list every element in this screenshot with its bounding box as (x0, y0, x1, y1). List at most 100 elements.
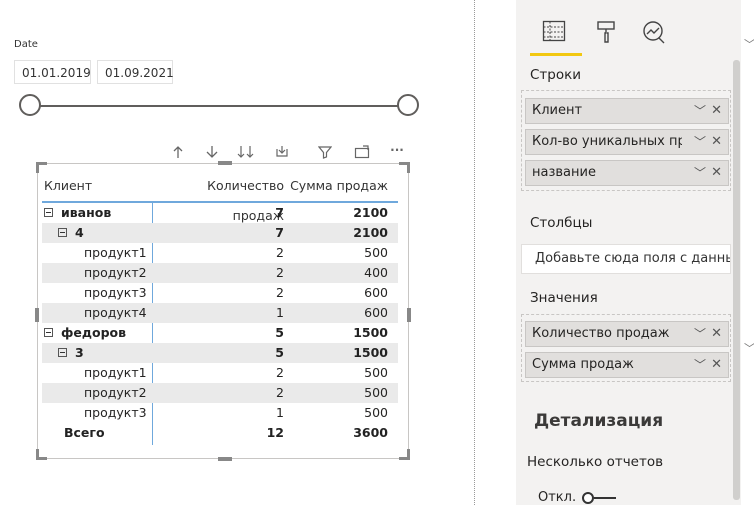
multi-reports-label: Несколько отчетов (527, 454, 664, 470)
chevron-down-icon[interactable]: ﹀ (694, 353, 706, 377)
matrix-header-row: Клиент Количество продаж Сумма продаж (42, 171, 398, 223)
slicer-title: Date (14, 39, 38, 50)
cell-sum: 600 (364, 305, 388, 320)
remove-icon[interactable]: ✕ (711, 99, 722, 123)
resize-corner-br[interactable] (399, 449, 410, 460)
chevron-down-icon[interactable]: ﹀ (694, 130, 706, 154)
chevron-down-icon[interactable]: ﹀ (694, 161, 706, 185)
table-row: продукт2 2 400 (42, 263, 398, 283)
resize-handle-top[interactable] (218, 161, 232, 165)
cell-qty: 7 (275, 205, 284, 220)
values-section-label: Значения (530, 290, 598, 306)
header-sum[interactable]: Сумма продаж (288, 171, 388, 201)
toggle-label: Откл. (538, 490, 577, 505)
cell-sum: 500 (364, 405, 388, 420)
cell-sum: 1500 (353, 345, 388, 360)
chevron-down-icon[interactable]: ﹀ (694, 322, 706, 346)
values-field-sum[interactable]: Сумма продаж ﹀ ✕ (525, 352, 729, 378)
chevron-down-icon[interactable]: ﹀ (694, 99, 706, 123)
cell-sum: 500 (364, 385, 388, 400)
cell-sum: 500 (364, 245, 388, 260)
cell-sum: 500 (364, 365, 388, 380)
date-slider-track[interactable] (30, 105, 408, 107)
total-row: Всего 12 3600 (42, 423, 398, 443)
more-options-icon[interactable]: ··· (387, 141, 407, 159)
remove-icon[interactable]: ✕ (711, 353, 722, 377)
chevron-down-icon[interactable]: ﹀ (744, 340, 754, 356)
table-row: продукт3 1 500 (42, 403, 398, 423)
cell-qty: 5 (275, 325, 284, 340)
remove-icon[interactable]: ✕ (711, 130, 722, 154)
focus-mode-icon[interactable] (352, 145, 372, 163)
resize-handle-left[interactable] (35, 308, 39, 322)
resize-corner-tr[interactable] (399, 162, 410, 173)
collapse-icon[interactable] (58, 348, 67, 357)
table-row: иванов 7 2100 (42, 203, 398, 223)
cell-sum: 400 (364, 265, 388, 280)
table-row: 4 7 2100 (42, 223, 398, 243)
fields-tab-icon[interactable] (540, 20, 568, 48)
remove-icon[interactable]: ✕ (711, 161, 722, 185)
start-date-input[interactable]: 01.01.2019 (14, 60, 91, 84)
matrix-visual[interactable]: Клиент Количество продаж Сумма продаж ив… (35, 161, 411, 461)
table-row: продукт1 2 500 (42, 243, 398, 263)
pane-divider (474, 0, 475, 505)
cell-qty: 1 (276, 305, 284, 320)
row-label: 4 (75, 225, 84, 240)
cell-qty: 2 (276, 265, 284, 280)
table-row: федоров 5 1500 (42, 323, 398, 343)
cell-sum: 2100 (353, 225, 388, 240)
rows-field-client[interactable]: Клиент ﹀ ✕ (525, 98, 729, 124)
collapse-icon[interactable] (44, 328, 53, 337)
values-field-qty[interactable]: Количество продаж ﹀ ✕ (525, 321, 729, 347)
cell-qty: 2 (276, 365, 284, 380)
visualizations-pane: Строки Клиент ﹀ ✕ Кол-во уникальных прод… (516, 0, 741, 505)
drill-up-icon[interactable] (168, 145, 188, 163)
resize-handle-right[interactable] (407, 308, 411, 322)
rows-field-unique-sales[interactable]: Кол-во уникальных продаж ﹀ ✕ (525, 129, 729, 155)
cell-qty: 5 (275, 345, 284, 360)
report-canvas: Date 01.01.2019 01.09.2021 ··· Клиент Ко… (0, 0, 446, 505)
slider-start-handle[interactable] (19, 94, 41, 116)
row-label: федоров (61, 325, 127, 340)
scrollbar-thumb[interactable] (733, 60, 740, 500)
collapse-icon[interactable] (44, 208, 53, 217)
collapse-icon[interactable] (58, 228, 67, 237)
table-row: продукт2 2 500 (42, 383, 398, 403)
matrix-table: Клиент Количество продаж Сумма продаж ив… (42, 171, 398, 445)
cell-qty: 12 (266, 425, 284, 440)
header-client[interactable]: Клиент (44, 171, 154, 201)
rows-section-label: Строки (530, 67, 582, 83)
table-row: продукт3 2 600 (42, 283, 398, 303)
expand-all-icon[interactable] (236, 145, 256, 163)
cell-sum: 3600 (353, 425, 388, 440)
chevron-down-icon[interactable]: ﹀ (744, 36, 754, 52)
toggle-track[interactable] (594, 497, 616, 499)
cell-qty: 2 (276, 385, 284, 400)
resize-handle-bottom[interactable] (218, 457, 232, 461)
table-row: продукт1 2 500 (42, 363, 398, 383)
resize-corner-bl[interactable] (36, 449, 47, 460)
cell-qty: 2 (276, 245, 284, 260)
remove-icon[interactable]: ✕ (711, 322, 722, 346)
cell-qty: 7 (275, 225, 284, 240)
expand-hierarchy-icon[interactable] (272, 145, 292, 163)
cell-sum: 1500 (353, 325, 388, 340)
cell-sum: 600 (364, 285, 388, 300)
columns-drop-field[interactable]: Добавьте сюда поля с данными (521, 244, 731, 274)
table-row: 3 5 1500 (42, 343, 398, 363)
analytics-tab-icon[interactable] (640, 20, 668, 48)
cell-qty: 1 (276, 405, 284, 420)
end-date-input[interactable]: 01.09.2021 (97, 60, 174, 84)
filter-icon[interactable] (315, 145, 335, 163)
drillthrough-title: Детализация (534, 411, 664, 431)
active-tab-indicator (530, 53, 582, 56)
table-row: продукт4 1 600 (42, 303, 398, 323)
row-label: 3 (75, 345, 84, 360)
format-tab-icon[interactable] (592, 20, 620, 48)
cell-sum: 2100 (353, 205, 388, 220)
cell-qty: 2 (276, 285, 284, 300)
rows-field-name[interactable]: название ﹀ ✕ (525, 160, 729, 186)
slider-end-handle[interactable] (397, 94, 419, 116)
toggle-knob[interactable] (582, 492, 594, 504)
